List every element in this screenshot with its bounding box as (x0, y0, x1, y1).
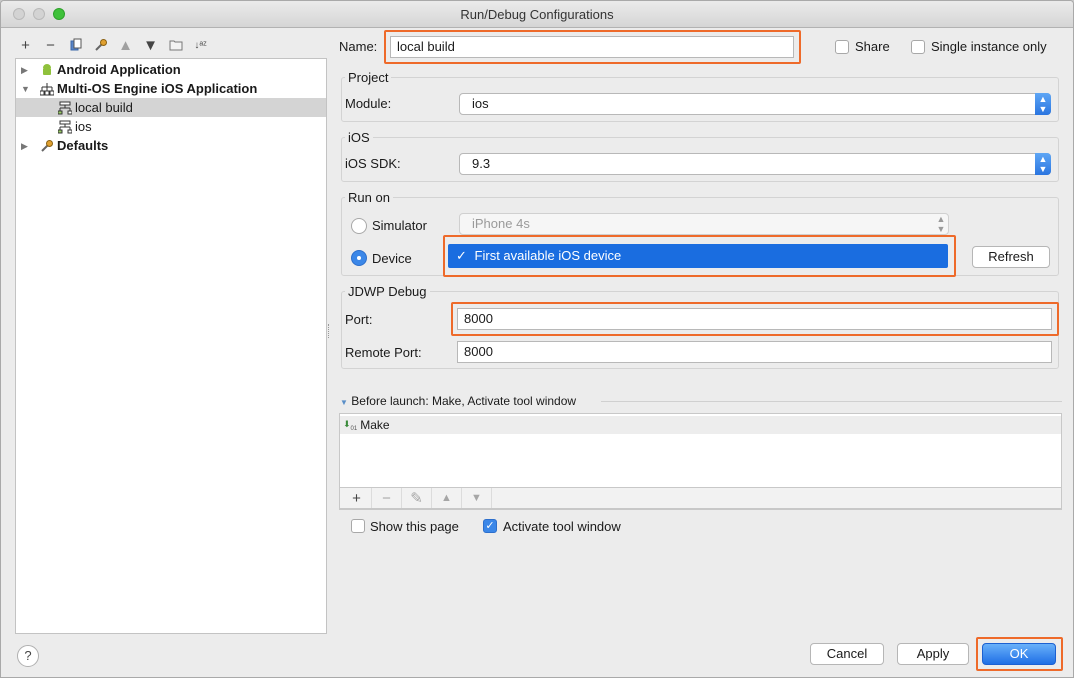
splitter-handle[interactable] (328, 324, 331, 338)
tree-item-label: Multi-OS Engine iOS Application (57, 81, 258, 96)
move-up-icon[interactable]: ▲ (115, 35, 136, 55)
device-highlight (443, 235, 956, 277)
tree-item-multi-os-engine[interactable]: ▼ Multi-OS Engine iOS Application (16, 79, 326, 98)
config-toolbar: + − ▲ ▼ ↓ᵃᶻ (15, 35, 211, 55)
activate-tool-checkbox[interactable]: ✓ (483, 519, 497, 533)
title-bar: Run/Debug Configurations (1, 1, 1073, 28)
list-item[interactable]: ⬇01 Make (340, 416, 1061, 434)
window-title: Run/Debug Configurations (460, 7, 614, 22)
tree-item-label: ios (75, 119, 92, 134)
apply-button[interactable]: Apply (897, 643, 969, 665)
share-label: Share (855, 39, 890, 54)
tree-item-local-build[interactable]: local build (16, 98, 326, 117)
tree-item-label: Defaults (57, 138, 109, 153)
list-item-label: Make (360, 418, 390, 432)
single-instance-label: Single instance only (931, 39, 1047, 54)
wrench-icon[interactable] (90, 35, 111, 55)
jdwp-group-title: JDWP Debug (345, 284, 430, 299)
ios-sdk-select[interactable]: 9.3 ▲ ▼ (459, 153, 1051, 175)
configuration-tree: ▶ Android Application ▼ Multi-OS Engine … (15, 58, 327, 634)
cancel-button[interactable]: Cancel (810, 643, 884, 665)
edit-pencil-icon[interactable]: ✎ (402, 488, 432, 508)
wrench-icon (39, 138, 55, 154)
before-launch-toolbar: + − ✎ ▲ ▼ (339, 487, 1062, 509)
show-page-checkbox[interactable] (351, 519, 365, 533)
run-on-group-title: Run on (345, 190, 393, 205)
moe-config-icon (57, 100, 73, 116)
collapse-arrow-icon[interactable]: ▼ (21, 84, 31, 94)
project-group-title: Project (345, 70, 392, 85)
module-value: ios (472, 96, 489, 111)
before-launch-label: Before launch: Make, Activate tool windo… (351, 394, 577, 408)
run-debug-dialog: Run/Debug Configurations + − ▲ ▼ ↓ᵃᶻ ▶ A… (0, 0, 1074, 678)
tree-item-label: Android Application (57, 62, 181, 77)
single-instance-checkbox[interactable] (911, 40, 925, 54)
simulator-select[interactable]: iPhone 4s ▲ ▼ (459, 213, 949, 235)
name-label: Name: (339, 39, 378, 54)
select-arrows-icon: ▲ ▼ (1035, 93, 1051, 115)
simulator-label: Simulator (372, 218, 427, 233)
refresh-button[interactable]: Refresh (972, 246, 1050, 268)
remove-icon[interactable]: − (40, 35, 61, 55)
tree-item-android-application[interactable]: ▶ Android Application (16, 60, 326, 79)
moe-config-icon (57, 119, 73, 135)
module-label: Module: (345, 96, 392, 111)
sort-icon[interactable]: ↓ᵃᶻ (190, 35, 211, 55)
select-arrows-icon: ▲ ▼ (1035, 153, 1051, 175)
module-select[interactable]: ios ▲ ▼ (459, 93, 1051, 115)
port-label: Port: (345, 312, 373, 327)
folder-icon[interactable] (165, 35, 186, 55)
ok-highlight (976, 637, 1063, 671)
select-arrows-icon: ▲ ▼ (936, 214, 946, 234)
ios-sdk-label: iOS SDK: (345, 156, 401, 171)
add-icon[interactable]: + (15, 35, 36, 55)
expand-arrow-icon[interactable]: ▶ (21, 141, 31, 151)
simulator-radio[interactable] (351, 218, 367, 234)
add-icon[interactable]: + (342, 488, 372, 508)
move-down-icon[interactable]: ▼ (140, 35, 161, 55)
help-button[interactable]: ? (17, 645, 39, 667)
tree-item-ios[interactable]: ios (16, 117, 326, 136)
device-radio[interactable] (351, 250, 367, 266)
before-launch-header[interactable]: ▼ Before launch: Make, Activate tool win… (340, 394, 576, 408)
android-icon (39, 62, 55, 78)
simulator-value: iPhone 4s (472, 216, 530, 231)
ios-sdk-value: 9.3 (472, 156, 491, 171)
tree-item-label: local build (75, 100, 133, 115)
remove-icon[interactable]: − (372, 488, 402, 508)
before-launch-divider (601, 401, 1062, 402)
activate-tool-label: Activate tool window (503, 519, 621, 534)
port-highlight (451, 302, 1059, 336)
remote-port-label: Remote Port: (345, 345, 422, 360)
make-icon: ⬇01 (343, 418, 358, 432)
share-checkbox[interactable] (835, 40, 849, 54)
name-highlight (384, 30, 801, 64)
move-down-icon[interactable]: ▼ (462, 488, 492, 508)
collapse-triangle-icon: ▼ (340, 398, 348, 407)
remote-port-field[interactable]: 8000 (457, 341, 1052, 363)
copy-icon[interactable] (65, 35, 86, 55)
device-label: Device (372, 251, 412, 266)
tree-item-defaults[interactable]: ▶ Defaults (16, 136, 326, 155)
show-page-label: Show this page (370, 519, 459, 534)
ios-group-title: iOS (345, 130, 373, 145)
expand-arrow-icon[interactable]: ▶ (21, 65, 31, 75)
move-up-icon[interactable]: ▲ (432, 488, 462, 508)
moe-app-icon (39, 81, 55, 97)
